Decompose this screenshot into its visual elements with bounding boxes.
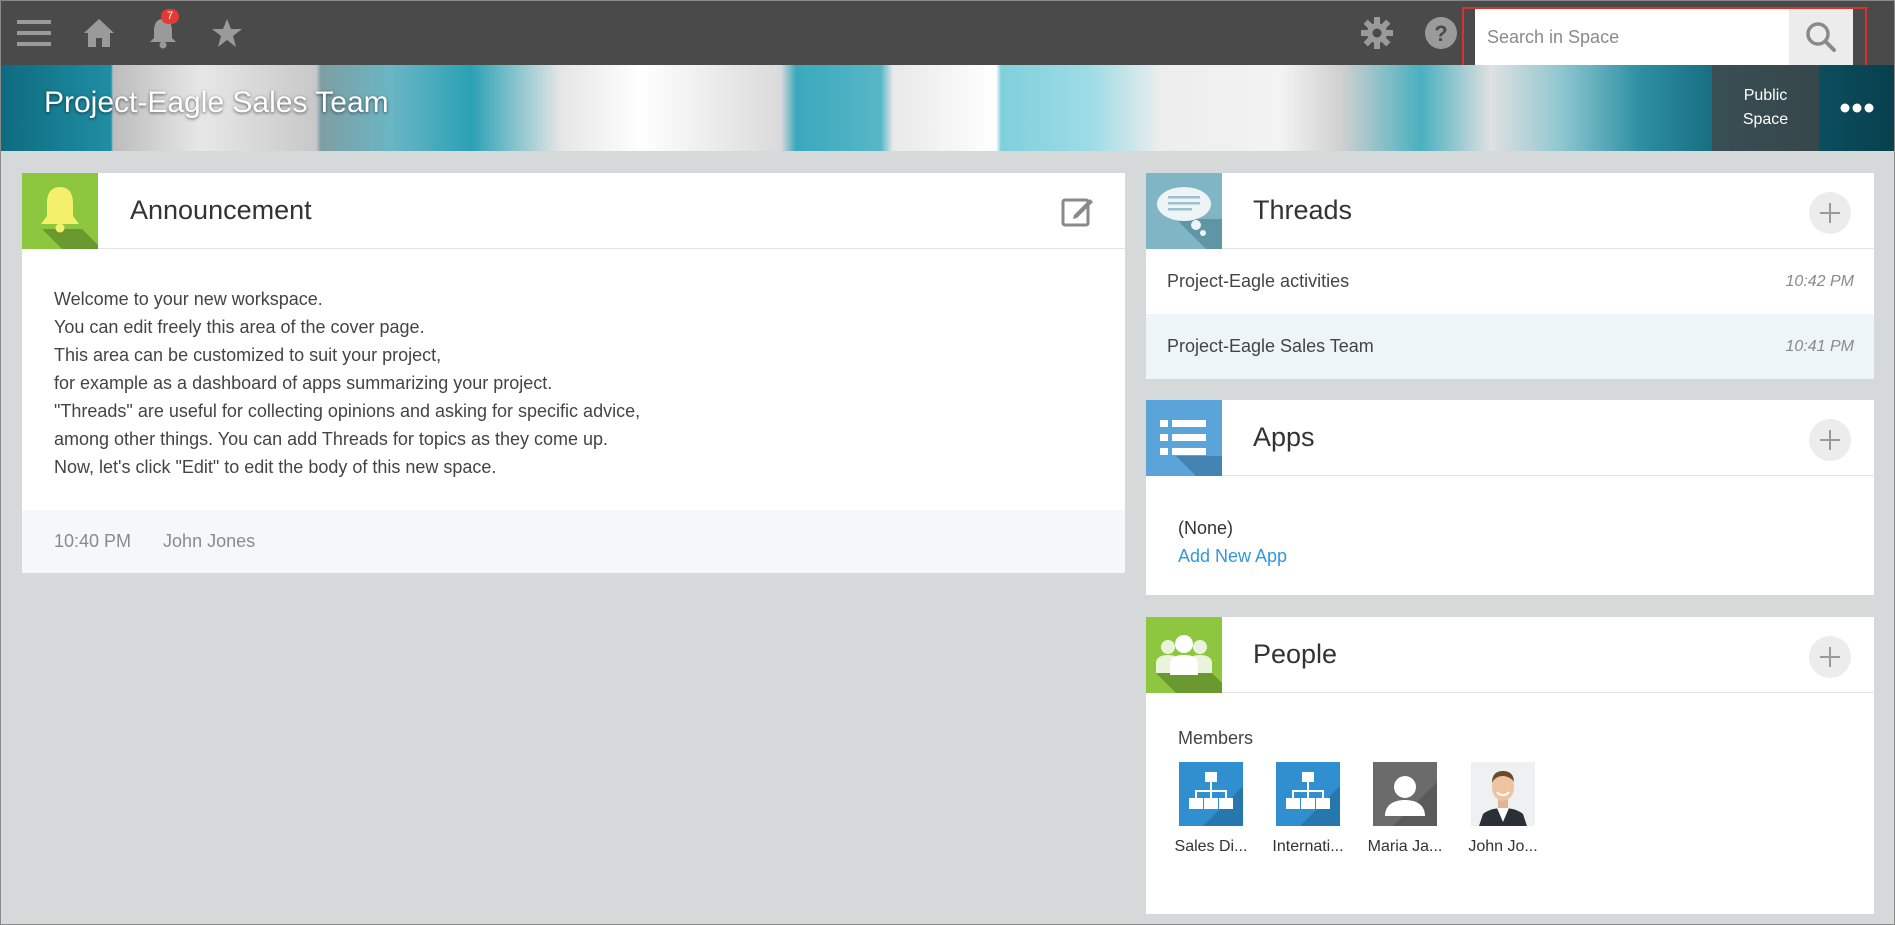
announcement-body: Welcome to your new workspace. You can e… — [22, 249, 1125, 512]
threads-title: Threads — [1253, 195, 1353, 225]
threads-panel: Threads Project-Eagle activities 10:42 P… — [1146, 173, 1874, 379]
apps-list-icon — [1146, 400, 1222, 476]
people-header: People — [1146, 617, 1874, 693]
org-icon — [1276, 762, 1340, 826]
apps-title: Apps — [1253, 422, 1315, 452]
announcement-line: This area can be customized to suit your… — [54, 345, 442, 365]
space-cover-banner: Project-Eagle Sales Team Public Space — [1, 65, 1894, 151]
announcement-footer: 10:40 PM John Jones — [22, 510, 1125, 573]
search-input[interactable] — [1475, 9, 1789, 65]
announcement-author[interactable]: John Jones — [163, 531, 255, 552]
announcement-line: "Threads" are useful for collecting opin… — [54, 401, 641, 421]
space-more-options-button[interactable] — [1819, 65, 1894, 151]
thread-item[interactable]: Project-Eagle Sales Team 10:41 PM — [1146, 314, 1874, 379]
edit-announcement-button[interactable] — [1060, 193, 1096, 229]
announcement-line: among other things. You can add Threads … — [54, 429, 609, 449]
space-title: Project-Eagle Sales Team — [44, 86, 389, 119]
announcement-title: Announcement — [130, 195, 312, 225]
add-thread-button[interactable] — [1809, 192, 1851, 234]
visibility-line1: Public — [1743, 87, 1788, 104]
member-item[interactable]: Maria Ja... — [1357, 762, 1453, 856]
thread-name: Project-Eagle Sales Team — [1167, 336, 1374, 356]
svg-text:?: ? — [1434, 21, 1447, 46]
space-visibility-badge: Public Space — [1712, 65, 1819, 151]
announcement-line: You can edit freely this area of the cov… — [54, 317, 425, 337]
edit-pencil-icon — [1061, 198, 1093, 227]
people-title: People — [1253, 639, 1338, 669]
apps-header: Apps — [1146, 400, 1874, 476]
thread-time: 10:42 PM — [1785, 272, 1854, 290]
threads-speech-bubble-icon — [1146, 173, 1222, 249]
visibility-line2: Space — [1742, 111, 1789, 128]
help-question-icon[interactable]: ? — [1421, 1, 1461, 65]
members-label: Members — [1178, 728, 1254, 748]
add-member-button[interactable] — [1809, 636, 1851, 678]
plus-icon — [1820, 203, 1840, 223]
org-icon — [1179, 762, 1243, 826]
people-group-icon — [1146, 617, 1222, 693]
plus-icon — [1820, 647, 1840, 667]
plus-icon — [1820, 430, 1840, 450]
apps-none-label: (None) — [1178, 518, 1234, 538]
member-item[interactable]: John Jo... — [1455, 762, 1551, 856]
announcement-line: Now, let's click "Edit" to edit the body… — [54, 457, 497, 477]
apps-body: (None) Add New App — [1146, 476, 1874, 608]
add-new-app-link[interactable]: Add New App — [1178, 542, 1842, 570]
announcement-bell-icon — [22, 173, 98, 249]
notification-count-badge: 7 — [161, 9, 179, 24]
settings-gear-icon[interactable] — [1357, 1, 1397, 65]
add-app-button[interactable] — [1809, 419, 1851, 461]
space-search — [1475, 9, 1853, 65]
user-photo — [1471, 762, 1535, 826]
member-name: Sales Di... — [1174, 838, 1248, 855]
home-icon[interactable] — [77, 1, 121, 65]
thread-name: Project-Eagle activities — [1167, 271, 1350, 291]
thread-item[interactable]: Project-Eagle activities 10:42 PM — [1146, 249, 1874, 314]
announcement-time: 10:40 PM — [54, 531, 132, 551]
announcement-header: Announcement — [22, 173, 1125, 249]
member-item[interactable]: Internati... — [1260, 762, 1356, 856]
more-dots-icon — [1840, 103, 1873, 113]
search-button[interactable] — [1789, 9, 1853, 65]
menu-icon[interactable] — [11, 1, 57, 65]
member-name: Maria Ja... — [1367, 838, 1443, 855]
member-name: John Jo... — [1468, 838, 1538, 855]
threads-header: Threads — [1146, 173, 1874, 249]
top-bar: 7 ? — [1, 1, 1894, 65]
favorites-star-icon[interactable] — [205, 1, 249, 65]
people-panel: People Members Sales Di... Internati... … — [1146, 617, 1874, 914]
user-silhouette-icon — [1373, 762, 1437, 826]
member-name: Internati... — [1272, 838, 1344, 855]
search-icon — [1806, 22, 1836, 52]
member-item[interactable]: Sales Di... — [1163, 762, 1259, 856]
apps-panel: Apps (None) Add New App — [1146, 400, 1874, 595]
thread-time: 10:41 PM — [1785, 337, 1854, 355]
announcement-panel: Announcement Welcome to your new workspa… — [22, 173, 1125, 573]
announcement-line: Welcome to your new workspace. — [54, 289, 323, 309]
announcement-line: for example as a dashboard of apps summa… — [54, 373, 553, 393]
